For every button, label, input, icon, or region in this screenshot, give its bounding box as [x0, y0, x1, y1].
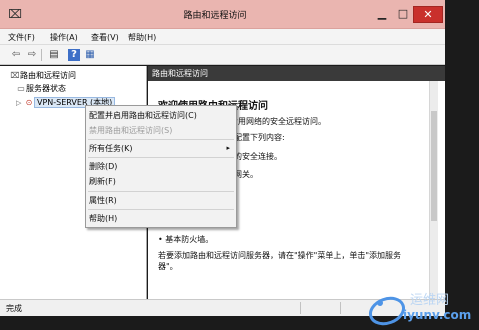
ctx-item-label: 所有任务(K)	[89, 144, 133, 153]
ctx-item-label: 禁用路由和远程访问(S)	[89, 126, 173, 135]
desktop-background	[445, 0, 479, 330]
status-divider	[340, 302, 341, 314]
server-status-icon: ▭	[17, 84, 25, 93]
rras-app-icon: ⌧	[8, 7, 22, 21]
welcome-line: • 基本防火墙。	[158, 235, 214, 244]
tree-server-status-label: 服务器状态	[26, 84, 66, 93]
close-button[interactable]: ✕	[413, 6, 443, 23]
ctx-disable: 禁用路由和远程访问(S)	[86, 123, 236, 138]
menu-bar: 文件(F) 操作(A) 查看(V) 帮助(H)	[0, 29, 445, 45]
toolbar-separator	[41, 49, 42, 61]
welcome-line: 网关。	[234, 170, 258, 179]
watermark-en: iyunv.com	[403, 308, 472, 322]
expand-chevron-icon[interactable]: ▷	[16, 97, 24, 110]
rras-root-icon: ⌧	[10, 71, 20, 80]
status-text: 完成	[6, 304, 22, 313]
submenu-arrow-icon: ▸	[226, 144, 230, 152]
forward-arrow-icon[interactable]: ⇨	[26, 49, 38, 61]
ctx-configure-enable[interactable]: 配置并启用路由和远程访问(C)	[86, 108, 236, 123]
back-arrow-icon[interactable]: ⇦	[10, 49, 22, 61]
watermark-swirl-icon	[369, 296, 405, 326]
maximize-button[interactable]: □	[393, 6, 413, 23]
ctx-item-label: 属性(R)	[89, 196, 117, 205]
ctx-item-label: 帮助(H)	[89, 214, 118, 223]
menu-file[interactable]: 文件(F)	[8, 32, 35, 43]
vertical-scrollbar[interactable]	[429, 81, 438, 299]
toolbar: ⇦ ⇨ ▤ ? ▦	[0, 45, 445, 65]
welcome-line: 若要添加路由和远程访问服务器，请在"操作"菜单上，单击"添加服务	[158, 251, 402, 260]
welcome-line: 器"。	[158, 262, 178, 271]
welcome-line: 配置下列内容:	[234, 133, 285, 142]
ctx-separator	[88, 139, 234, 140]
ctx-separator	[88, 191, 234, 192]
ctx-delete[interactable]: 删除(D)	[86, 159, 236, 174]
ctx-item-label: 配置并启用路由和远程访问(C)	[89, 111, 197, 120]
help-icon[interactable]: ?	[68, 49, 80, 61]
menu-view[interactable]: 查看(V)	[91, 32, 119, 43]
watermark-logo: 运维网 iyunv.com	[365, 287, 479, 330]
menu-help[interactable]: 帮助(H)	[128, 32, 156, 43]
menu-action[interactable]: 操作(A)	[50, 32, 78, 43]
ctx-help[interactable]: 帮助(H)	[86, 211, 236, 226]
context-menu: 配置并启用路由和远程访问(C) 禁用路由和远程访问(S) 所有任务(K) ▸ 删除…	[85, 105, 237, 228]
ctx-item-label: 删除(D)	[89, 162, 118, 171]
watermark-cn: 运维网	[410, 293, 450, 308]
ctx-refresh[interactable]: 刷新(F)	[86, 174, 236, 189]
minimize-button[interactable]: ▁	[372, 6, 392, 23]
scrollbar-thumb[interactable]	[431, 111, 437, 221]
ctx-all-tasks[interactable]: 所有任务(K) ▸	[86, 141, 236, 156]
status-divider	[300, 302, 301, 314]
window-title: 路由和远程访问	[183, 11, 247, 21]
tree-server-status[interactable]: ▭服务器状态	[16, 82, 66, 95]
console-tree-icon[interactable]: ▤	[48, 49, 60, 61]
tree-root[interactable]: ⌧路由和远程访问	[10, 69, 76, 82]
ctx-separator	[88, 209, 234, 210]
ctx-item-label: 刷新(F)	[89, 177, 116, 186]
details-header: 路由和远程访问	[148, 66, 445, 81]
ctx-separator	[88, 157, 234, 158]
rras-window: ⌧ 路由和远程访问 ▁ □ ✕ 文件(F) 操作(A) 查看(V) 帮助(H) …	[0, 0, 479, 330]
title-bar[interactable]: ⌧ 路由和远程访问 ▁ □ ✕	[0, 0, 445, 29]
welcome-line: 的安全连接。	[234, 152, 282, 161]
server-down-icon: ⊙	[25, 98, 33, 107]
ctx-properties[interactable]: 属性(R)	[86, 193, 236, 208]
tree-root-label: 路由和远程访问	[20, 71, 76, 80]
properties-icon[interactable]: ▦	[84, 49, 96, 61]
